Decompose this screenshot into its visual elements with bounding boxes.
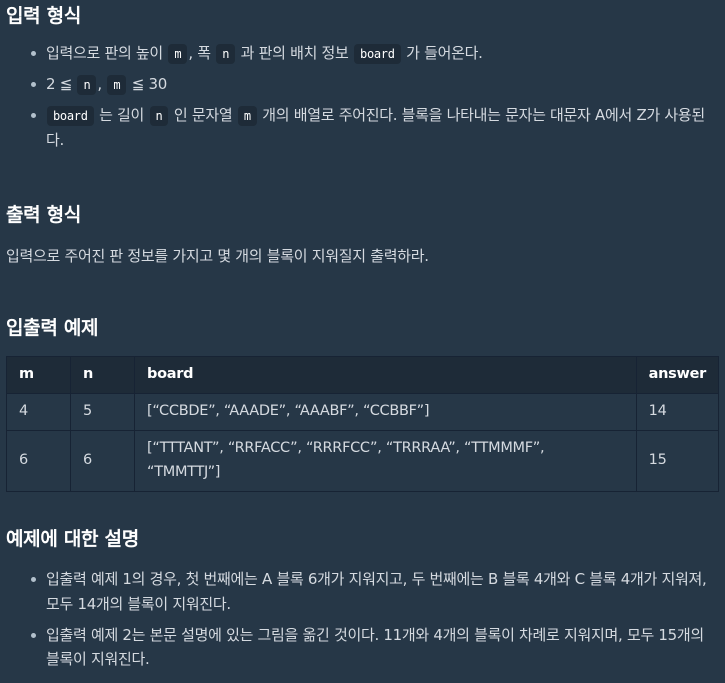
header-answer: answer	[635, 356, 720, 394]
table-row: 4 5 [“CCBDE”, “AAADE”, “AAABF”, “CCBBF”]…	[6, 392, 720, 431]
explanation-heading: 예제에 대한 설명	[6, 528, 139, 550]
explanation-list: 입출력 예제 1의 경우, 첫 번째에는 A 블록 6개가 지워지고, 두 번째…	[6, 567, 719, 672]
code-n: n	[77, 75, 97, 95]
output-format-text: 입력으로 주어진 판 정보를 가지고 몇 개의 블록이 지워질지 출력하라.	[6, 247, 429, 265]
input-format-heading: 입력 형식	[6, 5, 82, 27]
cell-m: 4	[6, 392, 71, 431]
explanation-item: 입출력 예제 1의 경우, 첫 번째에는 A 블록 6개가 지워지고, 두 번째…	[6, 567, 719, 617]
explanation-item: 입출력 예제 2는 본문 설명에 있는 그림을 옮긴 것이다. 11개와 4개의…	[6, 623, 719, 673]
cell-board: [“TTTANT”, “RRFACC”, “RRRFCC”, “TRRRAA”,…	[134, 429, 637, 492]
text: ,	[97, 75, 107, 93]
header-board: board	[134, 356, 637, 394]
cell-board: [“CCBDE”, “AAADE”, “AAABF”, “CCBBF”]	[134, 392, 637, 431]
text: ≦ 30	[127, 75, 168, 93]
input-format-item: 입력으로 판의 높이 m, 폭 n 과 판의 배치 정보 board 가 들어온…	[6, 41, 719, 72]
table-header-row: m n board answer	[6, 356, 720, 394]
examples-table: m n board answer 4 5 [“CCBDE”, “AAADE”, …	[6, 356, 720, 492]
table-row: 6 6 [“TTTANT”, “RRFACC”, “RRRFCC”, “TRRR…	[6, 429, 720, 492]
header-n: n	[70, 356, 135, 394]
code-m: m	[107, 75, 127, 95]
text: , 폭	[188, 44, 216, 62]
output-format-heading: 출력 형식	[6, 204, 82, 226]
cell-m: 6	[6, 429, 71, 492]
cell-n: 5	[70, 392, 135, 431]
code-board: board	[47, 106, 94, 126]
text: 인 문자열	[169, 106, 237, 124]
cell-n: 6	[70, 429, 135, 492]
text: 는 길이	[94, 106, 149, 124]
input-format-list: 입력으로 판의 높이 m, 폭 n 과 판의 배치 정보 board 가 들어온…	[6, 41, 719, 153]
examples-heading: 입출력 예제	[6, 317, 99, 339]
code-board: board	[354, 44, 401, 64]
text: 입력으로 판의 높이	[46, 44, 168, 62]
code-m: m	[168, 44, 188, 64]
text: 과 판의 배치 정보	[236, 44, 354, 62]
input-format-item: board 는 길이 n 인 문자열 m 개의 배열로 주어진다. 블록을 나타…	[6, 103, 719, 153]
code-m: m	[237, 106, 257, 126]
header-m: m	[6, 356, 71, 394]
code-n: n	[149, 106, 169, 126]
cell-answer: 15	[635, 429, 720, 492]
cell-answer: 14	[635, 392, 720, 431]
text: 2 ≦	[46, 75, 77, 93]
text: 가 들어온다.	[401, 44, 483, 62]
input-format-item: 2 ≦ n, m ≦ 30	[6, 72, 719, 103]
code-n: n	[216, 44, 236, 64]
